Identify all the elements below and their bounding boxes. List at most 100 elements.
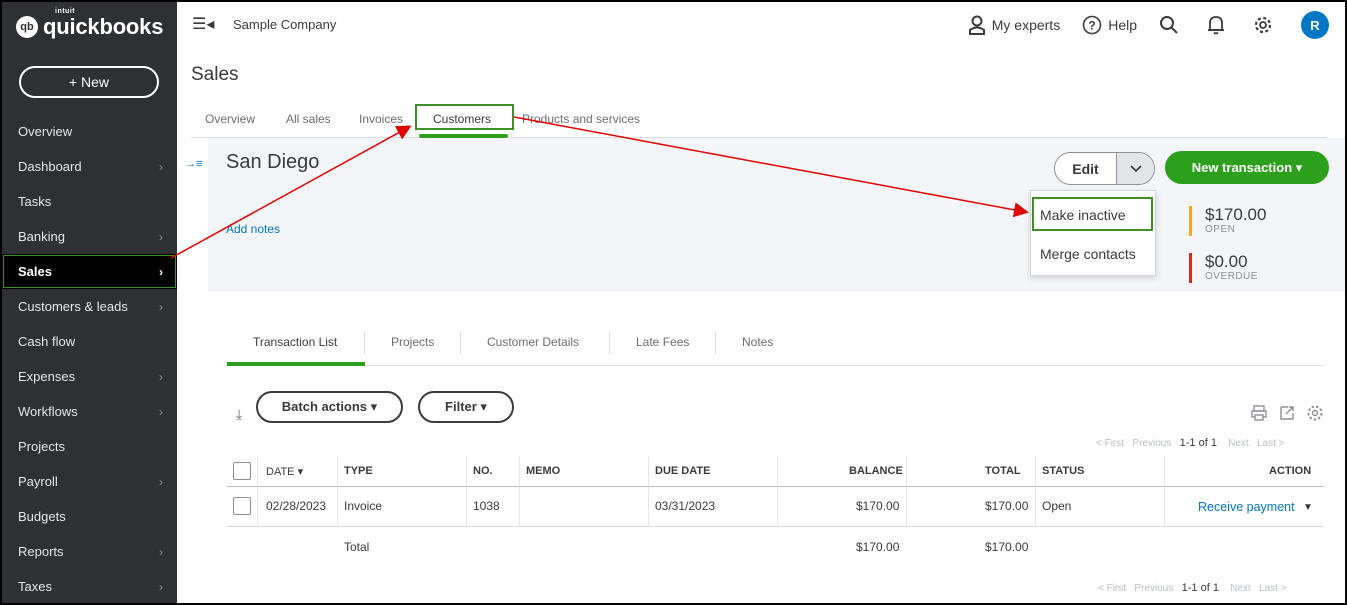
top-bar: ☰◂ Sample Company My experts ? Help R <box>177 2 1345 48</box>
tab-notes[interactable]: Notes <box>742 335 773 349</box>
tab-projects[interactable]: Projects <box>391 335 434 349</box>
new-button[interactable]: + New <box>19 66 159 98</box>
row-total: $170.00 <box>985 499 1029 513</box>
sidebar-item-dashboard[interactable]: Dashboard › <box>2 149 177 184</box>
open-balance: $170.00 OPEN <box>1189 206 1266 236</box>
add-notes-link[interactable]: Add notes <box>226 222 280 236</box>
chevron-right-icon: › <box>159 299 163 314</box>
tab-overview[interactable]: Overview <box>205 112 255 126</box>
customer-name: San Diego <box>226 151 320 173</box>
column-balance[interactable]: BALANCE <box>849 456 903 486</box>
sidebar-item-reports[interactable]: Reports › <box>2 534 177 569</box>
sort-icon[interactable]: ⤓ <box>236 406 242 423</box>
sidebar-item-projects[interactable]: Projects <box>2 429 177 464</box>
pager-range: 1-1 of 1 <box>1179 437 1217 449</box>
sales-tabs: Overview All sales Invoices Customers Pr… <box>191 110 1327 138</box>
row-date: 02/28/2023 <box>266 499 327 513</box>
sidebar-item-banking[interactable]: Banking › <box>2 219 177 254</box>
chevron-right-icon: › <box>159 474 163 489</box>
filter-button[interactable]: Filter ▾ <box>418 391 514 423</box>
search-icon[interactable] <box>1159 15 1185 35</box>
column-date[interactable]: DATE ▾ <box>266 456 303 486</box>
row-type: Invoice <box>344 499 383 513</box>
settings-gear-icon[interactable] <box>1306 404 1324 422</box>
row-checkbox[interactable] <box>233 497 251 515</box>
pager-first[interactable]: < First <box>1096 438 1124 449</box>
batch-actions-button[interactable]: Batch actions ▾ <box>256 391 403 423</box>
print-icon[interactable] <box>1250 404 1268 422</box>
receive-payment-link[interactable]: Receive payment <box>1198 488 1295 526</box>
row-status: Open <box>1042 499 1072 513</box>
column-type[interactable]: TYPE <box>344 456 373 486</box>
overdue-bar <box>1189 253 1192 283</box>
my-experts-button[interactable]: My experts <box>968 15 1060 35</box>
pager-previous[interactable]: Previous <box>1132 438 1171 449</box>
customers-tab-highlight <box>415 104 514 130</box>
edit-split-button: Edit <box>1054 152 1155 185</box>
tab-all-sales[interactable]: All sales <box>286 112 331 126</box>
column-total[interactable]: TOTAL <box>985 456 1021 486</box>
quickbooks-logo[interactable]: qb intuit quickbooks <box>16 8 163 40</box>
select-all-checkbox[interactable] <box>233 462 251 480</box>
page-title: Sales <box>191 64 239 85</box>
sidebar-item-workflows[interactable]: Workflows › <box>2 394 177 429</box>
pager-last[interactable]: Last > <box>1259 583 1287 594</box>
column-no[interactable]: NO. <box>473 456 493 486</box>
sidebar-item-payroll[interactable]: Payroll › <box>2 464 177 499</box>
menu-toggle-icon[interactable]: ☰◂ <box>192 14 214 34</box>
chevron-right-icon: › <box>159 159 163 174</box>
chevron-right-icon: › <box>159 579 163 594</box>
tab-late-fees[interactable]: Late Fees <box>636 335 689 349</box>
action-dropdown-icon[interactable]: ▼ <box>1303 488 1313 526</box>
sidebar-item-expenses[interactable]: Expenses › <box>2 359 177 394</box>
sidebar-item-cash-flow[interactable]: Cash flow <box>2 324 177 359</box>
column-memo[interactable]: MEMO <box>526 456 560 486</box>
pager-bottom: < First Previous 1-1 of 1 Next Last > <box>1098 582 1287 594</box>
column-action: ACTION <box>1269 465 1312 477</box>
gear-icon[interactable] <box>1253 15 1279 35</box>
sidebar-item-taxes[interactable]: Taxes › <box>2 569 177 604</box>
tab-transaction-list[interactable]: Transaction List <box>253 335 337 349</box>
merge-contacts-item[interactable]: Merge contacts <box>1040 246 1136 262</box>
tab-products-services[interactable]: Products and services <box>522 112 640 126</box>
tab-customer-details[interactable]: Customer Details <box>487 335 579 349</box>
active-subtab-indicator <box>227 362 365 366</box>
totals-label: Total <box>344 540 370 554</box>
chevron-right-icon: › <box>159 264 163 279</box>
pager-previous[interactable]: Previous <box>1134 583 1173 594</box>
help-icon: ? <box>1082 15 1102 35</box>
collapse-panel-icon[interactable]: →≡ <box>185 158 202 170</box>
person-icon <box>968 15 985 35</box>
sidebar-item-budgets[interactable]: Budgets <box>2 499 177 534</box>
company-name: Sample Company <box>233 17 337 32</box>
pager-top: < First Previous 1-1 of 1 Next Last > <box>1096 437 1285 449</box>
pager-first[interactable]: < First <box>1098 583 1126 594</box>
avatar[interactable]: R <box>1301 11 1329 39</box>
pager-last[interactable]: Last > <box>1257 438 1285 449</box>
sidebar-item-tasks[interactable]: Tasks <box>2 184 177 219</box>
pager-next[interactable]: Next <box>1228 438 1249 449</box>
export-icon[interactable] <box>1278 404 1296 422</box>
row-no: 1038 <box>473 499 500 513</box>
bell-icon[interactable] <box>1207 15 1231 35</box>
help-button[interactable]: ? Help <box>1082 15 1137 35</box>
sidebar-item-customers-leads[interactable]: Customers & leads › <box>2 289 177 324</box>
overdue-label: OVERDUE <box>1205 271 1258 282</box>
column-status[interactable]: STATUS <box>1042 456 1084 486</box>
sidebar-item-overview[interactable]: Overview <box>2 114 177 149</box>
new-transaction-button[interactable]: New transaction ▾ <box>1165 151 1329 184</box>
sidebar: qb intuit quickbooks + New Overview Dash… <box>2 2 177 603</box>
row-due-date: 03/31/2023 <box>655 499 716 513</box>
edit-button[interactable]: Edit <box>1055 153 1117 184</box>
chevron-down-icon[interactable] <box>1117 153 1154 184</box>
svg-text:?: ? <box>1089 19 1096 33</box>
sidebar-item-sales[interactable]: Sales › <box>2 254 177 289</box>
logo-brand: intuit <box>55 8 76 15</box>
column-due-date[interactable]: DUE DATE <box>655 456 710 486</box>
chevron-right-icon: › <box>159 369 163 384</box>
totals-balance: $170.00 <box>856 540 900 554</box>
pager-next[interactable]: Next <box>1230 583 1251 594</box>
open-label: OPEN <box>1205 224 1236 235</box>
tab-invoices[interactable]: Invoices <box>359 112 403 126</box>
totals-total: $170.00 <box>985 540 1029 554</box>
